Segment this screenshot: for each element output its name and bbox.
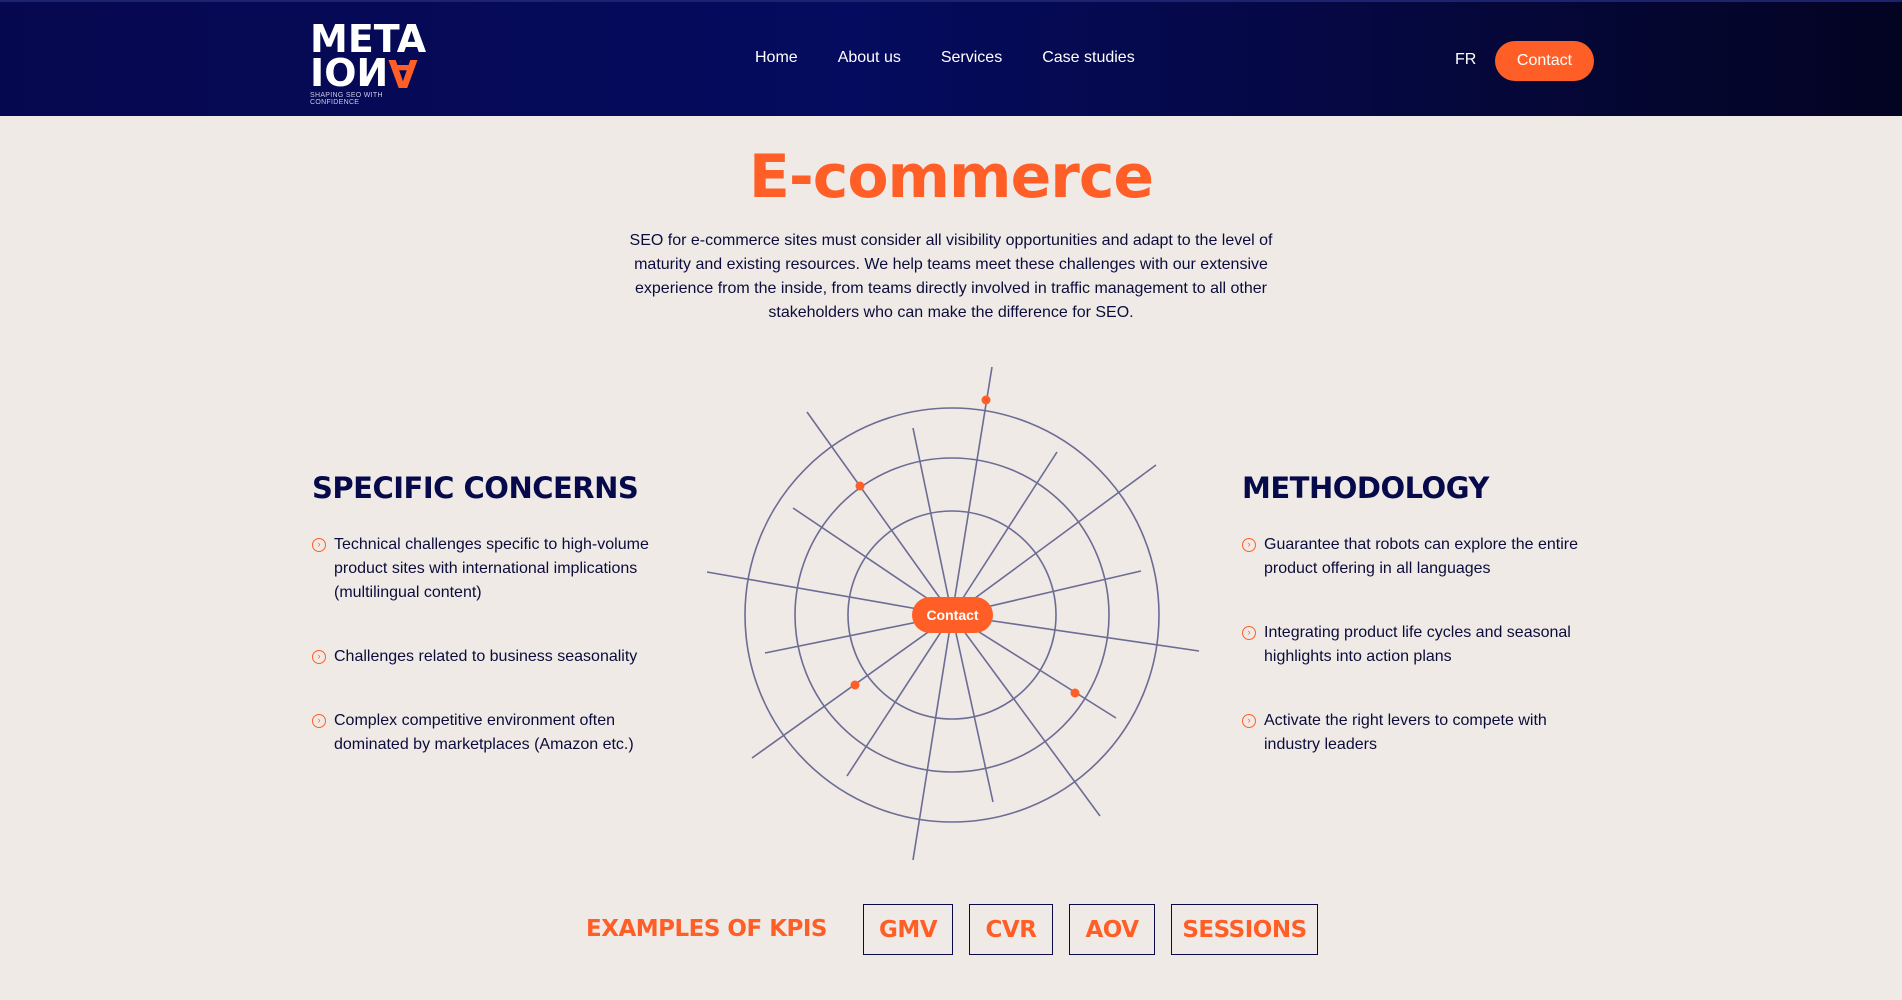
page-title: E-commerce	[748, 142, 1154, 212]
radar-spoke	[912, 614, 953, 861]
arrow-circle-icon: ›	[1242, 626, 1256, 640]
radar-contact-button[interactable]: Contact	[912, 597, 993, 633]
list-item-text: Technical challenges specific to high-vo…	[334, 536, 649, 601]
radar-spoke	[846, 614, 953, 777]
list-item: › Guarantee that robots can explore the e…	[1242, 533, 1602, 581]
radar-spoke	[951, 451, 1058, 616]
radar-dot	[855, 481, 865, 491]
kpi-label: EXAMPLES OF KPIS	[586, 916, 828, 942]
concerns-list: › Technical challenges specific to high-v…	[312, 533, 672, 797]
radar-dot	[981, 395, 991, 405]
arrow-circle-icon: ›	[312, 538, 326, 552]
logo-accent-letter: A	[388, 51, 418, 95]
concerns-heading: SPECIFIC CONCERNS	[312, 471, 639, 505]
radar-dot	[1070, 688, 1080, 698]
radar-dot	[850, 680, 860, 690]
nav-services[interactable]: Services	[941, 49, 1002, 67]
kpi-badge-sessions: SESSIONS	[1171, 904, 1318, 955]
nav-about-us[interactable]: About us	[838, 49, 901, 67]
nav-case-studies[interactable]: Case studies	[1042, 49, 1135, 67]
arrow-circle-icon: ›	[1242, 714, 1256, 728]
language-switch[interactable]: FR	[1455, 51, 1476, 69]
metanoia-logo[interactable]: META NOI A SHAPING SEO WITH CONFIDENCE	[310, 20, 430, 106]
arrow-circle-icon: ›	[312, 650, 326, 664]
list-item-text: Complex competitive environment often do…	[334, 712, 634, 753]
list-item-text: Guarantee that robots can explore the en…	[1264, 536, 1578, 577]
methodology-heading: METHODOLOGY	[1242, 471, 1489, 505]
header-contact-button[interactable]: Contact	[1495, 41, 1594, 81]
methodology-list: › Guarantee that robots can explore the e…	[1242, 533, 1602, 797]
site-header: META NOI A SHAPING SEO WITH CONFIDENCE Ho…	[0, 0, 1902, 116]
kpi-badge-gmv: GMV	[863, 904, 953, 955]
logo-line-2: NOI A	[310, 51, 430, 95]
intro-text: SEO for e-commerce sites must consider a…	[629, 232, 1273, 321]
list-item: › Challenges related to business seasonal…	[312, 645, 672, 669]
kpi-badge-cvr: CVR	[969, 904, 1053, 955]
kpi-badge-aov: AOV	[1069, 904, 1155, 955]
list-item-text: Challenges related to business seasonali…	[334, 648, 638, 665]
arrow-circle-icon: ›	[1242, 538, 1256, 552]
nav-home[interactable]: Home	[755, 49, 798, 67]
list-item: › Activate the right levers to compete wi…	[1242, 709, 1602, 757]
main-nav: Home About us Services Case studies	[755, 49, 1135, 67]
logo-line-2-text: NOI	[310, 51, 389, 95]
list-item: › Integrating product life cycles and sea…	[1242, 621, 1602, 669]
list-item: › Technical challenges specific to high-v…	[312, 533, 672, 605]
list-item: › Complex competitive environment often d…	[312, 709, 672, 757]
arrow-circle-icon: ›	[312, 714, 326, 728]
list-item-text: Activate the right levers to compete wit…	[1264, 712, 1547, 753]
list-item-text: Integrating product life cycles and seas…	[1264, 624, 1571, 665]
